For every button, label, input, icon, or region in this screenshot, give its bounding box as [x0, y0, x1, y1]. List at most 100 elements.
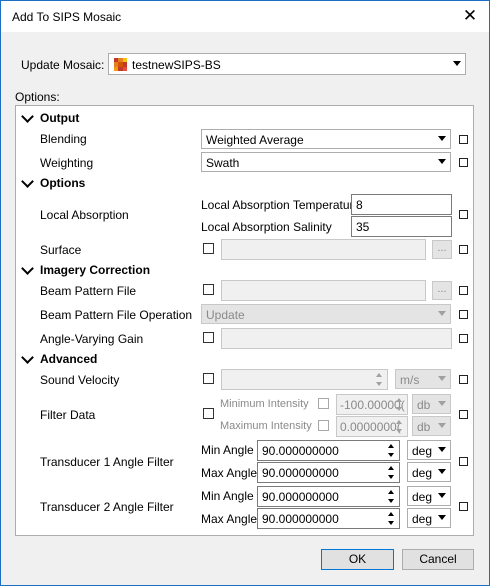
- options-label: Options:: [15, 90, 60, 104]
- transducer1-min-spinner[interactable]: [385, 441, 399, 460]
- transducer1-min-input[interactable]: 90.000000000: [257, 440, 400, 461]
- angle-varying-gain-override-box[interactable]: [459, 334, 468, 343]
- max-intensity-label: Maximum Intensity: [220, 420, 312, 432]
- surface-browse-button[interactable]: ...: [432, 240, 452, 259]
- absorption-temperature-label: Local Absorption Temperature: [201, 198, 361, 212]
- transducer1-max-value: 90.000000000: [262, 466, 339, 480]
- transducer2-min-unit-select[interactable]: deg: [407, 486, 451, 506]
- absorption-salinity-input[interactable]: 35: [351, 216, 452, 237]
- chevron-down-icon: [438, 401, 446, 406]
- weighting-label: Weighting: [40, 156, 94, 170]
- cancel-button[interactable]: Cancel: [402, 549, 474, 570]
- sound-velocity-checkbox[interactable]: [203, 373, 214, 384]
- max-intensity-checkbox[interactable]: [318, 420, 329, 431]
- transducer1-min-value: 90.000000000: [262, 444, 339, 458]
- close-icon[interactable]: ✕: [459, 5, 481, 27]
- max-intensity-input[interactable]: 0.0000000(: [336, 416, 408, 437]
- max-intensity-unit-select[interactable]: db: [412, 416, 451, 436]
- min-intensity-checkbox[interactable]: [318, 398, 329, 409]
- transducer1-max-unit-select[interactable]: deg: [407, 462, 451, 482]
- chevron-down-icon: [438, 447, 446, 452]
- transducer1-max-unit: deg: [412, 466, 433, 480]
- absorption-temperature-input[interactable]: 8: [351, 194, 452, 215]
- transducer2-max-value: 90.000000000: [262, 512, 339, 526]
- filter-data-checkbox[interactable]: [203, 408, 214, 419]
- transducer1-min-label: Min Angle: [201, 443, 254, 457]
- transducer2-min-label: Min Angle: [201, 489, 254, 503]
- beam-pattern-file-override-box[interactable]: [459, 286, 468, 295]
- surface-path-input[interactable]: [221, 239, 426, 260]
- transducer2-min-input[interactable]: 90.000000000: [257, 486, 400, 507]
- weighting-select[interactable]: Swath: [201, 152, 451, 172]
- update-mosaic-value: testnewSIPS-BS: [132, 58, 221, 72]
- angle-varying-gain-input[interactable]: [221, 328, 452, 349]
- blending-label: Blending: [40, 132, 87, 146]
- output-header: Output: [40, 111, 80, 125]
- title-bar: Add To SIPS Mosaic ✕: [1, 1, 489, 32]
- beam-pattern-operation-override-box[interactable]: [459, 310, 468, 319]
- beam-pattern-file-checkbox[interactable]: [203, 284, 214, 295]
- absorption-temperature-value: 8: [356, 198, 363, 212]
- beam-pattern-operation-label: Beam Pattern File Operation: [40, 308, 193, 322]
- chevron-down-icon: [438, 376, 446, 381]
- absorption-salinity-label: Local Absorption Salinity: [201, 220, 332, 234]
- chevron-down-icon: [438, 515, 446, 520]
- filter-data-override-box[interactable]: [459, 410, 468, 419]
- imagery-correction-header: Imagery Correction: [40, 263, 151, 277]
- add-to-sips-mosaic-dialog: Add To SIPS Mosaic ✕ Update Mosaic: test…: [0, 0, 490, 586]
- transducer2-max-input[interactable]: 90.000000000: [257, 508, 400, 529]
- sound-velocity-override-box[interactable]: [459, 375, 468, 384]
- chevron-down-icon: [453, 61, 461, 66]
- transducer1-label: Transducer 1 Angle Filter: [40, 455, 174, 469]
- weighting-override-box[interactable]: [459, 158, 468, 167]
- transducer2-max-spinner[interactable]: [385, 509, 399, 528]
- max-intensity-spinner[interactable]: [393, 417, 407, 436]
- angle-varying-gain-checkbox[interactable]: [203, 332, 214, 343]
- surface-checkbox[interactable]: [203, 243, 214, 254]
- local-absorption-override-box[interactable]: [459, 210, 468, 219]
- chevron-down-icon: [438, 469, 446, 474]
- max-intensity-unit: db: [417, 420, 431, 434]
- advanced-header: Advanced: [40, 352, 98, 366]
- min-intensity-label: Minimum Intensity: [220, 398, 309, 410]
- surface-label: Surface: [40, 243, 82, 257]
- surface-override-box[interactable]: [459, 245, 468, 254]
- transducer2-override-box[interactable]: [459, 502, 468, 511]
- absorption-salinity-value: 35: [356, 220, 370, 234]
- sound-velocity-input[interactable]: [221, 369, 388, 390]
- transducer2-max-label: Max Angle: [201, 512, 258, 526]
- sound-velocity-unit-select[interactable]: m/s: [395, 369, 451, 389]
- blending-override-box[interactable]: [459, 135, 468, 144]
- options-header: Options: [40, 176, 86, 190]
- min-intensity-input[interactable]: -100.00000(: [336, 394, 408, 415]
- transducer2-label: Transducer 2 Angle Filter: [40, 500, 174, 514]
- transducer1-min-unit-select[interactable]: deg: [407, 440, 451, 460]
- update-mosaic-select[interactable]: testnewSIPS-BS: [108, 53, 466, 75]
- max-intensity-value: 0.0000000(: [340, 420, 401, 434]
- transducer2-min-unit: deg: [412, 490, 433, 504]
- mosaic-icon: [114, 58, 127, 71]
- beam-pattern-file-label: Beam Pattern File: [40, 284, 137, 298]
- blending-select[interactable]: Weighted Average: [201, 129, 451, 149]
- beam-pattern-file-input[interactable]: [221, 280, 426, 301]
- min-intensity-unit-select[interactable]: db: [412, 394, 451, 414]
- transducer2-min-value: 90.000000000: [262, 490, 339, 504]
- chevron-down-icon: [438, 423, 446, 428]
- min-intensity-unit: db: [417, 398, 431, 412]
- transducer2-min-spinner[interactable]: [385, 487, 399, 506]
- local-absorption-label: Local Absorption: [40, 208, 129, 222]
- ok-button[interactable]: OK: [321, 549, 394, 570]
- beam-pattern-browse-button[interactable]: ...: [432, 281, 452, 300]
- transducer1-override-box[interactable]: [459, 457, 468, 466]
- chevron-down-icon: [438, 311, 446, 316]
- transducer1-max-label: Max Angle: [201, 466, 258, 480]
- transducer1-max-spinner[interactable]: [385, 463, 399, 482]
- transducer2-max-unit-select[interactable]: deg: [407, 508, 451, 528]
- transducer1-max-input[interactable]: 90.000000000: [257, 462, 400, 483]
- chevron-down-icon: [438, 136, 446, 141]
- sound-velocity-spinner[interactable]: [373, 370, 387, 389]
- beam-pattern-operation-select[interactable]: Update: [201, 304, 451, 324]
- min-intensity-spinner[interactable]: [393, 395, 407, 414]
- transducer1-min-unit: deg: [412, 444, 433, 458]
- weighting-value: Swath: [206, 156, 240, 170]
